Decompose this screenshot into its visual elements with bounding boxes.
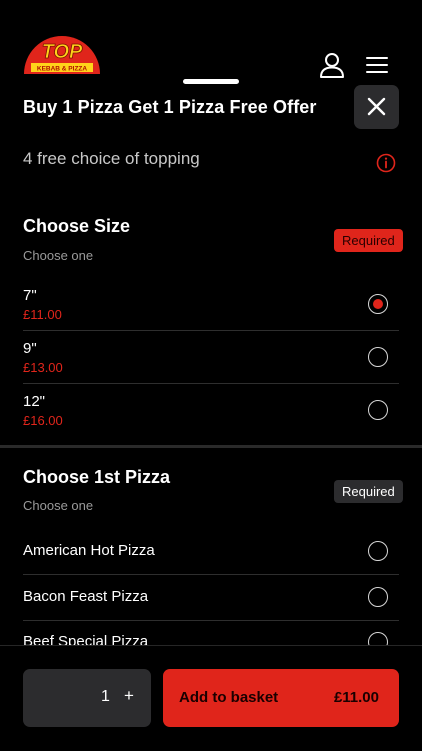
user-icon[interactable]: [319, 52, 345, 78]
close-button[interactable]: [354, 85, 399, 129]
add-to-basket-button[interactable]: Add to basket £11.00: [163, 669, 399, 727]
radio-button[interactable]: [368, 400, 388, 420]
size-option-7[interactable]: 7" £11.00: [23, 278, 399, 330]
size-section-title: Choose Size: [23, 216, 131, 236]
logo-subtext: KEBAB & PIZZA: [37, 66, 88, 73]
option-name: Bacon Feast Pizza: [23, 588, 149, 605]
size-section-subtitle: Choose one: [23, 248, 94, 263]
add-to-basket-price: £11.00: [333, 689, 379, 706]
quantity-stepper[interactable]: 1 +: [23, 669, 151, 727]
option-name: 12": [23, 393, 46, 410]
radio-button[interactable]: [368, 347, 388, 367]
option-price: £13.00: [23, 360, 63, 375]
radio-button[interactable]: [368, 541, 388, 561]
option-name: American Hot Pizza: [23, 542, 155, 559]
offer-description: 4 free choice of topping: [23, 149, 200, 168]
option-name: 7": [23, 287, 37, 304]
option-price: £11.00: [23, 307, 62, 322]
top-bar: TOP KEBAB & PIZZA: [0, 0, 422, 85]
required-badge: Required: [334, 480, 403, 503]
pizza-option-bacon-feast[interactable]: Bacon Feast Pizza: [23, 575, 399, 620]
increment-button[interactable]: +: [122, 686, 136, 706]
product-options-sheet: Buy 1 Pizza Get 1 Pizza Free Offer 4 fre…: [0, 85, 422, 645]
option-price: £16.00: [23, 413, 63, 428]
option-name: Beef Special Pizza: [23, 633, 149, 645]
restaurant-logo[interactable]: TOP KEBAB & PIZZA: [22, 24, 102, 76]
radio-button[interactable]: [368, 632, 388, 645]
logo-text: TOP: [42, 41, 83, 63]
section-divider: [0, 445, 422, 448]
pizza-section-subtitle: Choose one: [23, 498, 94, 513]
quantity-value: 1: [101, 688, 110, 705]
basket-footer: 1 + Add to basket £11.00: [0, 645, 422, 751]
required-badge: Required: [334, 229, 403, 252]
option-name: 9": [23, 340, 37, 357]
menu-icon[interactable]: [365, 55, 389, 75]
add-to-basket-label: Add to basket: [179, 689, 279, 706]
info-icon[interactable]: [376, 153, 396, 173]
size-option-12[interactable]: 12" £16.00: [23, 384, 399, 436]
radio-button[interactable]: [368, 587, 388, 607]
size-option-9[interactable]: 9" £13.00: [23, 331, 399, 383]
pizza-option-beef-special[interactable]: Beef Special Pizza: [23, 621, 399, 645]
sheet-drag-handle[interactable]: [183, 79, 239, 84]
pizza-section-title: Choose 1st Pizza: [23, 467, 171, 487]
pizza-option-american-hot[interactable]: American Hot Pizza: [23, 528, 399, 574]
offer-title: Buy 1 Pizza Get 1 Pizza Free Offer: [23, 97, 317, 117]
radio-button-selected[interactable]: [368, 294, 388, 314]
close-icon: [367, 97, 386, 116]
